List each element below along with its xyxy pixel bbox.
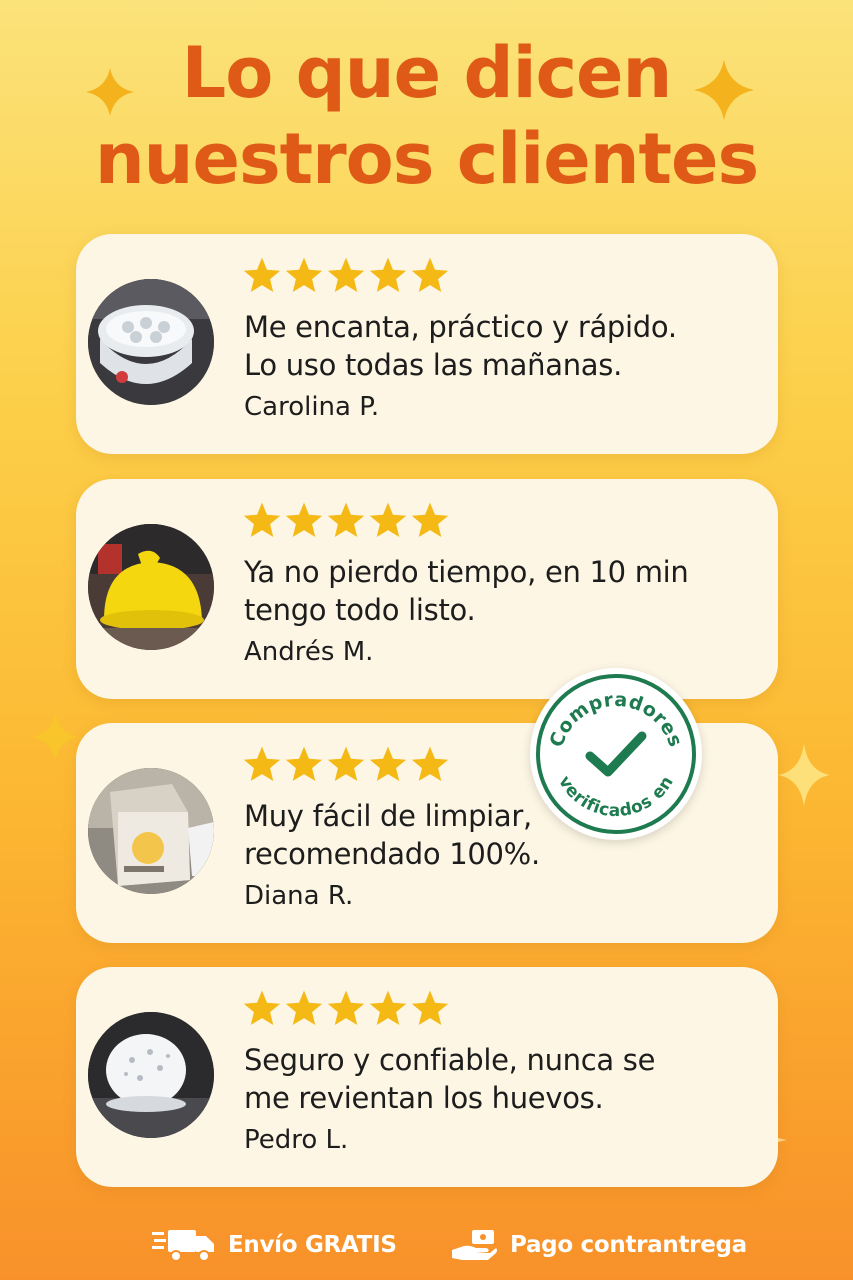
rating-stars — [242, 256, 450, 294]
rating-stars — [242, 745, 450, 783]
shipping-label: Envío GRATIS — [228, 1232, 397, 1258]
star-icon — [411, 502, 449, 538]
verified-buyers-badge: Compradores verificados en — [530, 668, 702, 840]
sparkle-icon — [32, 714, 78, 760]
star-icon — [243, 502, 281, 538]
yellow-cooker-photo — [88, 524, 214, 650]
star-icon — [243, 257, 281, 293]
rating-stars — [242, 501, 450, 539]
review-text: Ya no pierdo tiempo, en 10 min tengo tod… — [244, 555, 689, 627]
star-icon — [369, 257, 407, 293]
star-icon — [369, 746, 407, 782]
svg-text:verificados en: verificados en — [554, 773, 678, 822]
product-box-photo — [88, 768, 214, 894]
star-icon — [411, 746, 449, 782]
star-icon — [327, 502, 365, 538]
title-line-1: Lo que dicen — [181, 32, 673, 114]
page-title: Lo que dicen nuestros clientes — [0, 30, 853, 202]
star-icon — [327, 746, 365, 782]
star-icon — [369, 990, 407, 1026]
review-text: Seguro y confiable, nunca se me revienta… — [244, 1043, 656, 1115]
star-icon — [327, 990, 365, 1026]
star-icon — [411, 257, 449, 293]
review-card: Ya no pierdo tiempo, en 10 min tengo tod… — [76, 479, 778, 699]
review-author: Carolina P. — [244, 392, 380, 422]
star-icon — [285, 502, 323, 538]
star-icon — [285, 990, 323, 1026]
star-icon — [411, 990, 449, 1026]
title-line-2: nuestros clientes — [94, 118, 759, 200]
star-icon — [285, 257, 323, 293]
review-author: Diana R. — [244, 881, 354, 911]
review-author: Andrés M. — [244, 637, 374, 667]
star-icon — [369, 502, 407, 538]
review-author: Pedro L. — [244, 1125, 349, 1155]
svg-text:Compradores: Compradores — [545, 689, 686, 750]
review-card: Seguro y confiable, nunca se me revienta… — [76, 967, 778, 1187]
star-icon — [243, 990, 281, 1026]
egg-cooker-photo — [88, 279, 214, 405]
star-icon — [243, 746, 281, 782]
badge-top-text: Compradores — [545, 689, 686, 750]
review-text: Me encanta, práctico y rápido. Lo uso to… — [244, 310, 677, 382]
sparkle-icon — [778, 744, 830, 806]
star-icon — [327, 257, 365, 293]
badge-bottom-text: verificados en — [554, 773, 677, 822]
hand-money-icon — [452, 1230, 497, 1260]
review-card: Me encanta, práctico y rápido. Lo uso to… — [76, 234, 778, 454]
delivery-truck-icon — [152, 1230, 214, 1262]
shipping-info: Envío GRATIS — [152, 1228, 397, 1262]
payment-info: Pago contrantrega — [450, 1228, 747, 1262]
checkmark-icon — [585, 731, 647, 777]
white-cooker-photo — [88, 1012, 214, 1138]
star-icon — [285, 746, 323, 782]
rating-stars — [242, 989, 450, 1027]
payment-label: Pago contrantrega — [510, 1232, 747, 1258]
footer-bar: Envío GRATIS Pago contrantrega — [0, 1228, 853, 1268]
